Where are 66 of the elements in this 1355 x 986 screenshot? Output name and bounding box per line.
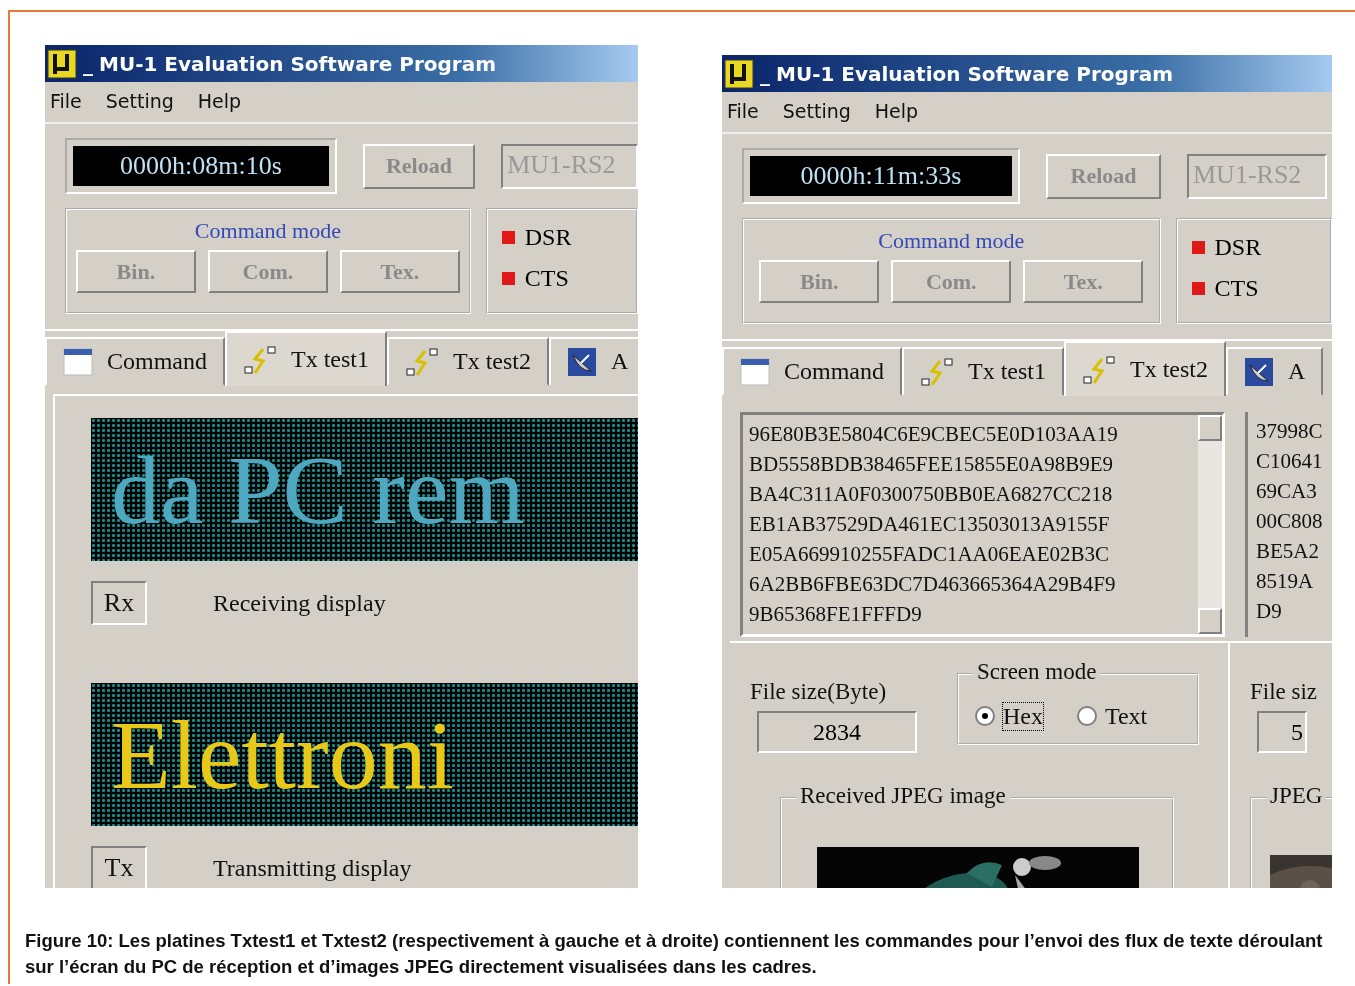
title-mark: _ xyxy=(760,61,770,86)
file-size-field[interactable]: 2834 xyxy=(757,711,917,753)
window-icon xyxy=(63,347,93,376)
scrollbar[interactable] xyxy=(1198,415,1222,634)
display-toggle-button[interactable]: Tx xyxy=(91,846,147,888)
hex-line: EB1AB37529DA461EC13503013A9155F xyxy=(749,511,1111,538)
tab[interactable]: A xyxy=(1226,347,1324,396)
file-size-field[interactable]: 5 xyxy=(1257,711,1307,753)
hex-line: 00C808 xyxy=(1256,508,1324,535)
group-label: Command mode xyxy=(878,228,1025,254)
file-size-label: File size(Byte) xyxy=(750,679,888,705)
display-label: Transmitting display xyxy=(213,854,412,882)
indicator-label: DSR xyxy=(524,224,572,251)
timer-display: 0000h:08m:10s xyxy=(73,146,329,186)
lightning-icon xyxy=(405,346,439,377)
hex-line: 9B65368FE1FFFD9 xyxy=(749,601,923,628)
menu-item[interactable]: Help xyxy=(874,100,919,132)
satellite-dish-icon xyxy=(1244,356,1274,387)
menu-item[interactable]: Setting xyxy=(105,90,174,122)
title-mark: _ xyxy=(83,51,93,76)
hex-line: 69CA3 xyxy=(1256,478,1318,505)
radio-option[interactable]: Hex xyxy=(975,702,1043,730)
tab[interactable]: Tx test1 xyxy=(225,331,387,386)
led-text: Elettroni xyxy=(111,705,454,804)
app-icon xyxy=(724,58,754,89)
app-icon xyxy=(47,48,77,79)
tab[interactable]: Tx test2 xyxy=(387,337,549,386)
window-icon xyxy=(740,357,770,386)
timer-display: 0000h:11m:33s xyxy=(750,156,1012,196)
tab[interactable]: Tx test2 xyxy=(1064,341,1226,396)
group-label: Command mode xyxy=(194,218,341,244)
menu-item[interactable]: Help xyxy=(197,90,242,122)
tab[interactable]: Command xyxy=(45,337,225,386)
file-size-label: File siz xyxy=(1250,679,1319,705)
menu-item[interactable]: File xyxy=(50,90,82,122)
satellite-dish-icon xyxy=(567,346,597,377)
hex-line: BE5A2 xyxy=(1256,538,1320,565)
display-toggle-button[interactable]: Rx xyxy=(91,581,147,625)
window-title: MU-1 Evaluation Software Program xyxy=(776,61,1173,86)
lightning-icon xyxy=(243,344,277,375)
indicator-label: DSR xyxy=(1214,234,1262,261)
tab[interactable]: A xyxy=(549,337,638,386)
menu-item[interactable]: File xyxy=(727,100,759,132)
display-label: Receiving display xyxy=(213,589,386,617)
lightning-icon xyxy=(1082,354,1116,385)
hex-line: 6A2BB6FBE63DC7D463665364A29B4F9 xyxy=(749,571,1117,598)
scroll-up-icon[interactable] xyxy=(1198,415,1222,441)
hex-line: E05A669910255FADC1AA06EAE02B3C xyxy=(749,541,1111,568)
lightning-icon xyxy=(920,356,954,387)
indicator-label: CTS xyxy=(1214,275,1259,302)
hex-line: BA4C311A0F0300750BB0EA6827CC218 xyxy=(749,481,1114,508)
figure-caption: Figure 10: Les platines Txtest1 et Txtest2 (respectivement à gauche et à droite) contiennent les commandes pour l’envoi des flux de texte déroulant sur l’écran du PC de réception et d’images JPEG directement visualisées dans les cadres. xyxy=(25,929,1324,979)
window-title: MU-1 Evaluation Software Program xyxy=(99,51,496,76)
scroll-down-icon[interactable] xyxy=(1198,608,1222,634)
hex-line: D9 xyxy=(1256,598,1283,625)
hex-line: 8519A xyxy=(1256,568,1315,595)
radio-option[interactable]: Text xyxy=(1077,702,1148,730)
tab[interactable]: Tx test1 xyxy=(902,347,1064,396)
hex-line: 96E80B3E5804C6E9CBEC5E0D103AA19 xyxy=(749,421,1119,448)
hex-line: 37998C xyxy=(1256,418,1324,445)
indicator-label: CTS xyxy=(524,265,569,292)
hex-text-area[interactable] xyxy=(740,412,1225,637)
hex-line: BD5558BDB38465FEE15855E0A98B9E9 xyxy=(749,451,1114,478)
menu-item[interactable]: Setting xyxy=(782,100,851,132)
hex-line: C10641 xyxy=(1256,448,1324,475)
tab[interactable]: Command xyxy=(722,347,902,396)
